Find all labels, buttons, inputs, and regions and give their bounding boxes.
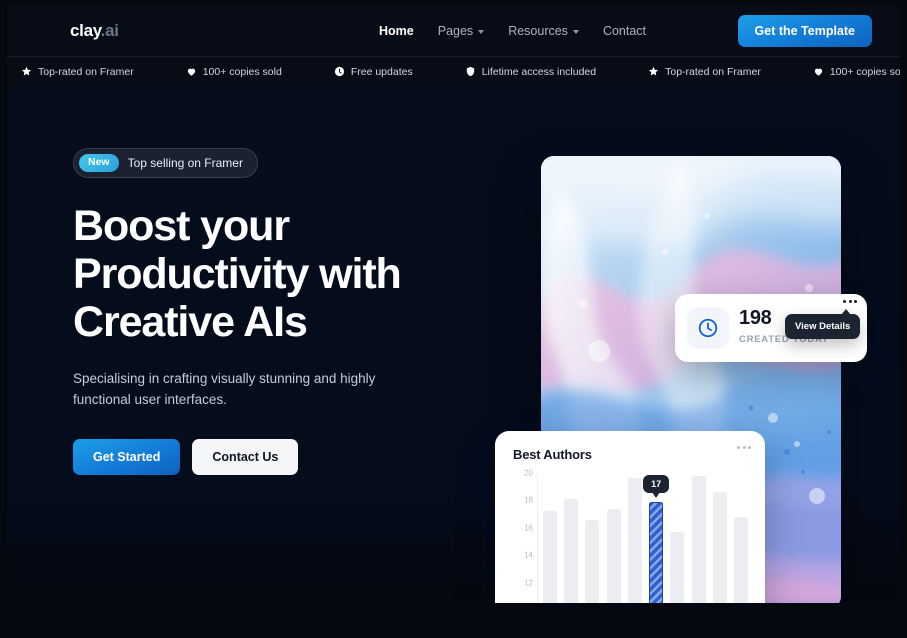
chart-value-tooltip: 17 — [643, 474, 670, 498]
ellipsis-icon[interactable] — [843, 300, 857, 303]
ticker-item: Lifetime access included — [465, 66, 596, 78]
chart-bar-VII[interactable] — [670, 473, 685, 603]
logo-suffix: .ai — [100, 21, 119, 40]
clock-icon — [687, 307, 729, 349]
bar[interactable] — [670, 531, 685, 603]
nav-item-resources-label: Resources — [508, 24, 568, 38]
hero-section: New Top selling on Framer Boost your Pro… — [7, 86, 900, 603]
get-the-template-button[interactable]: Get the Template — [737, 15, 872, 47]
chart-y-tick: 14 — [524, 550, 533, 560]
ticker-item-label: 100+ copies sold — [202, 65, 282, 78]
headline-line-2: Productivity with — [73, 249, 402, 298]
ellipsis-icon[interactable] — [737, 446, 751, 449]
chart-y-tick: 12 — [524, 578, 533, 588]
bar[interactable] — [649, 501, 664, 603]
chart-bar-V[interactable] — [627, 473, 642, 603]
hero-copy: New Top selling on Framer Boost your Pro… — [73, 148, 493, 475]
chart-y-tick: 18 — [524, 495, 533, 505]
best-authors-chart-card: Best Authors 101214161820 17 IIIIIIIVVVI… — [495, 431, 765, 603]
heart-icon — [186, 66, 197, 77]
nav-item-pages[interactable]: Pages — [437, 24, 485, 38]
created-today-card: 198 CREATED TODAY View Details — [675, 294, 867, 362]
bar[interactable] — [585, 519, 600, 603]
chart-bar-IV[interactable] — [606, 473, 621, 603]
heart-icon — [813, 66, 824, 77]
ticker-item: Top-rated on Framer — [648, 66, 761, 78]
get-started-button[interactable]: Get Started — [73, 438, 181, 475]
chart-y-tick: 20 — [524, 468, 533, 478]
chevron-down-icon — [478, 30, 485, 34]
top-selling-badge[interactable]: New Top selling on Framer — [73, 148, 258, 178]
hero-buttons: Get Started Contact Us — [73, 438, 493, 475]
bar[interactable] — [564, 499, 579, 603]
headline-line-1: Boost your — [73, 201, 290, 250]
chart-title: Best Authors — [513, 447, 592, 462]
ticker-item-label: Lifetime access included — [481, 65, 597, 78]
promo-ticker: Top-rated on Framer 100+ copies sold Fre… — [7, 56, 900, 86]
chart-y-axis: 101214161820 — [511, 469, 533, 603]
chart-bar-IX[interactable] — [712, 473, 727, 603]
chart-bar-X[interactable] — [733, 473, 748, 603]
ticker-item: Free updates — [334, 66, 413, 78]
ticker-item-label: Free updates — [350, 65, 413, 78]
star-icon — [648, 66, 659, 77]
chevron-down-icon — [572, 30, 579, 34]
logo-main: clay — [70, 21, 101, 40]
chart-bar-II[interactable] — [564, 473, 579, 603]
created-today-value: 198 — [739, 307, 772, 329]
badge-new-pill: New — [79, 154, 119, 172]
star-icon — [21, 66, 32, 77]
contact-us-button[interactable]: Contact Us — [192, 438, 299, 475]
bar[interactable] — [712, 492, 727, 603]
chart-bar-VIII[interactable] — [691, 473, 706, 603]
clock-icon — [334, 66, 345, 77]
ticker-item-label: Top-rated on Framer — [665, 65, 761, 78]
bar[interactable] — [733, 516, 748, 603]
hero-subtitle: Specialising in crafting visually stunni… — [73, 371, 376, 408]
ticker-item: Top-rated on Framer — [21, 66, 134, 78]
nav-item-contact[interactable]: Contact — [603, 24, 646, 38]
nav-item-home-label: Home — [379, 24, 414, 38]
bar-chart: 101214161820 17 IIIIIIIVVVIVIIVIIIIXX — [511, 469, 751, 603]
chart-plot-area: 17 — [537, 473, 751, 603]
headline-line-3: Creative AIs — [73, 297, 308, 346]
page-viewport: clay.ai Home Pages Resources Contact Get… — [7, 6, 900, 603]
hero-visual: 198 CREATED TODAY View Details Best Auth… — [495, 156, 867, 603]
nav-item-pages-label: Pages — [437, 24, 474, 38]
chart-y-tick: 16 — [524, 523, 533, 533]
nav-item-contact-label: Contact — [602, 24, 647, 38]
browser-page: clay.ai Home Pages Resources Contact Get… — [0, 0, 907, 638]
ticker-item-label: Top-rated on Framer — [38, 65, 134, 78]
ticker-item: 100+ copies sold — [813, 66, 900, 78]
logo[interactable]: clay.ai — [70, 21, 119, 41]
chart-bar-VI[interactable]: 17 — [643, 473, 670, 603]
ticker-item-label: 100+ copies sold — [829, 65, 900, 78]
navbar: clay.ai Home Pages Resources Contact Get… — [7, 6, 900, 56]
chart-bars: 17 — [539, 473, 752, 603]
shield-check-icon — [465, 66, 476, 77]
bar[interactable] — [691, 475, 706, 603]
chart-bar-III[interactable] — [585, 473, 600, 603]
badge-label: Top selling on Framer — [127, 155, 243, 170]
bar[interactable] — [606, 508, 621, 603]
nav-item-home[interactable]: Home — [379, 24, 414, 38]
ticker-item: 100+ copies sold — [186, 66, 282, 78]
nav-item-resources[interactable]: Resources — [508, 24, 579, 38]
bar[interactable] — [627, 478, 642, 603]
view-details-tooltip[interactable]: View Details — [785, 309, 861, 339]
page-title: Boost your Productivity with Creative AI… — [73, 202, 493, 346]
bar[interactable] — [543, 511, 557, 603]
nav-links: Home Pages Resources Contact — [379, 24, 646, 38]
chart-bar-I[interactable] — [543, 473, 557, 603]
